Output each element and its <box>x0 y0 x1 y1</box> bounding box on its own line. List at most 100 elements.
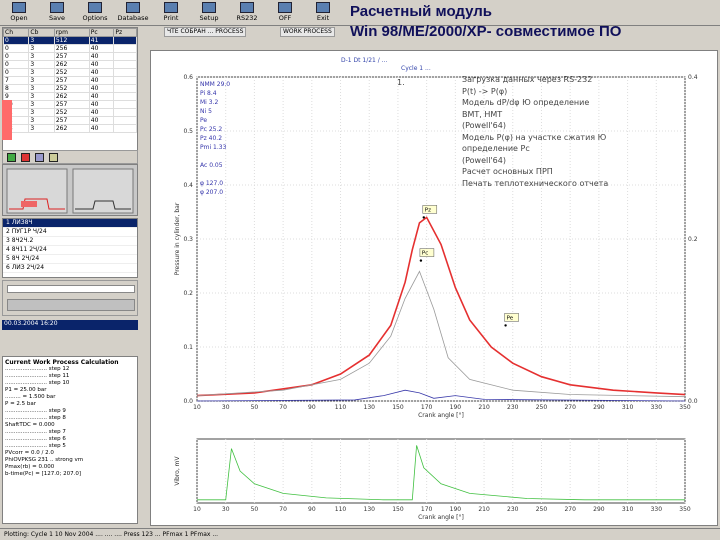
x-tick-label: 170 <box>421 404 433 411</box>
x-tick-label: 350 <box>679 506 691 513</box>
table-row[interactable]: 12325740 <box>2 116 137 125</box>
column-header[interactable]: rpm <box>53 28 90 37</box>
table-row[interactable]: 0 3 256 40 <box>2 44 137 53</box>
list-item[interactable]: 2 ПУГ1Р Ч/24 <box>3 228 137 237</box>
table-cell: 40 <box>88 92 115 101</box>
toolbar-label: Setup <box>199 14 219 22</box>
table-cell: 3 <box>28 36 55 45</box>
table-cell <box>113 36 137 45</box>
list-item[interactable]: 4 8Ч11 2Ч/24 <box>3 246 137 255</box>
exit-button[interactable]: Exit <box>306 1 340 25</box>
log-line: ........................ step 9 <box>5 408 66 414</box>
list-item[interactable]: 6 ЛИЗ 2Ч/24 <box>3 264 137 273</box>
selected-record[interactable]: 00.03.2004 16:20 <box>2 320 138 330</box>
column-header[interactable]: Pz <box>113 28 137 37</box>
list-item[interactable]: 5 8Ч 2Ч/24 <box>3 255 137 264</box>
y-tick-label: 0.5 <box>183 128 193 135</box>
side-tab[interactable] <box>2 100 12 140</box>
list-item[interactable]: 3 8Ч2Ч.2 <box>3 237 137 246</box>
save-button[interactable]: Save <box>40 1 74 25</box>
marker-point <box>419 259 423 262</box>
table-cell <box>113 52 137 61</box>
table-row[interactable]: 0 3 262 40 <box>2 60 137 69</box>
feature-item: определение Рс <box>462 144 530 153</box>
serial-port-icon <box>240 2 254 13</box>
table-row[interactable]: 0 3 512 41 <box>2 36 137 45</box>
x-tick-label: 310 <box>622 506 634 513</box>
column-header[interactable]: Pc <box>88 28 115 37</box>
table-row[interactable]: 10325740 <box>2 100 137 109</box>
options-icon <box>88 2 102 13</box>
folder-icon <box>12 2 26 13</box>
table-row[interactable]: 8 3 252 40 <box>2 84 137 93</box>
table-row[interactable]: 13326240 <box>2 124 137 133</box>
x-tick-label: 310 <box>622 404 634 411</box>
tab-engine[interactable]: ЧТЕ СОБРАН ... PROCESS <box>164 27 247 37</box>
log-line: ........................ step 10 <box>5 380 70 386</box>
column-header[interactable]: Ch <box>2 28 30 37</box>
setup-button[interactable]: Setup <box>192 1 226 25</box>
page-subtitle: Win 98/ME/2000/XP- совместимое ПО <box>350 23 622 40</box>
x-tick-label: 190 <box>450 404 462 411</box>
pressure-thumbnails[interactable] <box>2 164 138 216</box>
thumbnail-plot <box>6 168 134 214</box>
engine-list[interactable]: 1 ЛИЗ8Ч 2 ПУГ1Р Ч/24 3 8Ч2Ч.2 4 8Ч11 2Ч/24 5… <box>2 218 138 278</box>
log-line: P1 = 25.00 bar <box>5 387 47 393</box>
y-tick-label: 0.4 <box>183 182 193 189</box>
printer-icon <box>164 2 178 13</box>
setup-icon <box>202 2 216 13</box>
menu-number: 1. <box>397 78 405 87</box>
list-item[interactable]: 1 ЛИЗ8Ч <box>3 219 137 228</box>
nav-buttons[interactable] <box>7 299 135 311</box>
param-line: Ni 5 <box>200 108 212 115</box>
rs232-button[interactable]: RS232 <box>230 1 264 25</box>
settings-icon[interactable] <box>49 153 58 162</box>
table-cell <box>113 124 137 133</box>
y-right-tick-label: 0.4 <box>688 74 698 81</box>
table-row[interactable]: 11325240 <box>2 108 137 117</box>
table-cell: 7 <box>2 76 30 85</box>
table-row[interactable]: 9 3 262 40 <box>2 92 137 101</box>
database-button[interactable]: Database <box>116 1 150 25</box>
table-cell <box>113 92 137 101</box>
x-tick-label: 90 <box>308 404 316 411</box>
off-button[interactable]: OFF <box>268 1 302 25</box>
print-button[interactable]: Print <box>154 1 188 25</box>
y-tick-label: 0.1 <box>183 344 193 351</box>
table-row[interactable]: 7 3 257 40 <box>2 76 137 85</box>
x-tick-label: 250 <box>536 404 548 411</box>
column-header[interactable]: Cb <box>28 28 55 37</box>
table-cell: 252 <box>53 108 90 117</box>
log-line: P = 2.5 bar <box>5 401 37 407</box>
table-cell: 40 <box>88 68 115 77</box>
delete-icon[interactable] <box>21 153 30 162</box>
x-tick-label: 130 <box>364 404 376 411</box>
table-cell: 3 <box>28 44 55 53</box>
options-button[interactable]: Options <box>78 1 112 25</box>
y-tick-label: 0.6 <box>183 74 193 81</box>
table-cell: 3 <box>28 60 55 69</box>
x-tick-label: 50 <box>251 506 259 513</box>
table-cell: 262 <box>53 124 90 133</box>
graph-icon[interactable] <box>35 153 44 162</box>
log-line: PhiOVPKSG 231 .. strong vm <box>5 457 84 463</box>
table-row[interactable]: 0 3 252 40 <box>2 68 137 77</box>
x-tick-label: 230 <box>507 506 519 513</box>
x-tick-label: 250 <box>536 506 548 513</box>
x-tick-label: 50 <box>251 404 259 411</box>
check-icon[interactable] <box>7 153 16 162</box>
tab-work-process[interactable]: WORK PROCESS <box>280 27 335 37</box>
x-tick-label: 30 <box>222 404 230 411</box>
data-table[interactable]: Ch Cb rpm Pc Pz 0 3 512 41 0 3 256 40 0 3 257 40 0 3 262 40… <box>2 27 138 151</box>
feature-item: (Powell'64) <box>462 121 506 130</box>
toolbar-label: Exit <box>316 14 330 22</box>
table-row[interactable]: 0 3 257 40 <box>2 52 137 61</box>
x-axis-label: Crank angle [°] <box>418 412 464 419</box>
slider-track[interactable] <box>7 285 135 293</box>
open-button[interactable]: Open <box>2 1 36 25</box>
table-cell: 256 <box>53 44 90 53</box>
feature-list: Загрузка данных через RS-232 P(t) -> P(φ)… <box>462 74 672 189</box>
table-cell: 3 <box>28 124 55 133</box>
param-line: Pi 8.4 <box>200 90 217 97</box>
feature-item: Загрузка данных через RS-232 <box>462 75 593 84</box>
